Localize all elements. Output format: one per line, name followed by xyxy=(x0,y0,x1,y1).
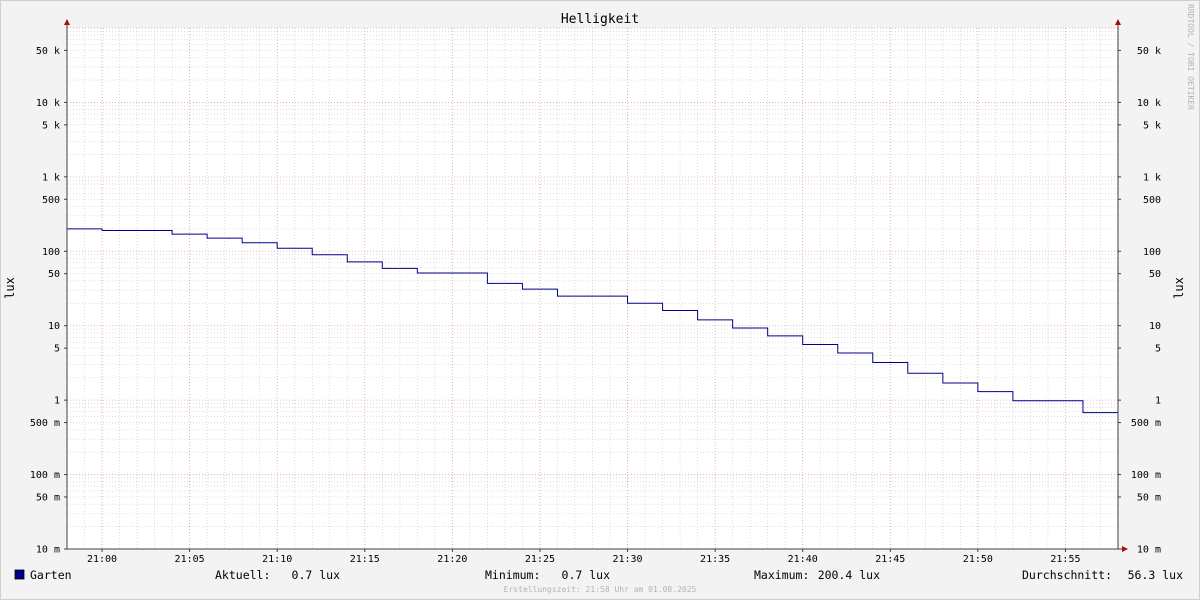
y-tick-label-left: 500 xyxy=(42,195,60,206)
y-tick-label-right: 50 m xyxy=(1137,492,1161,503)
legend-current-label: Aktuell: xyxy=(215,568,270,582)
y-tick-label-right: 1 k xyxy=(1143,172,1161,183)
legend-swatch xyxy=(14,569,25,580)
y-tick-label-left: 1 xyxy=(54,396,60,407)
x-tick-label: 21:50 xyxy=(963,554,993,565)
y-tick-label-right: 500 xyxy=(1143,195,1161,206)
rrd-graph: 50 k 10 k 5 k 1 k 500 100 50 10 5 1 500 m 100 m 50 m… xyxy=(0,0,1200,600)
y-tick-label-left: 50 xyxy=(48,269,60,280)
x-tick-label: 21:10 xyxy=(262,554,292,565)
y-tick-label-left: 500 m xyxy=(30,418,60,429)
x-tick-label: 21:00 xyxy=(87,554,117,565)
y-tick-label-left: 1 k xyxy=(42,172,60,183)
legend-maximum-value: 200.4 lux xyxy=(818,568,880,582)
legend-average-value: 56.3 lux xyxy=(1128,568,1183,582)
chart-title: Helligkeit xyxy=(561,12,639,27)
y-tick-label-left: 10 k xyxy=(36,98,60,109)
y-tick-label-right: 500 m xyxy=(1131,418,1161,429)
x-tick-label: 21:45 xyxy=(875,554,905,565)
y-tick-label-right: 100 m xyxy=(1131,470,1161,481)
y-tick-label-left: 50 k xyxy=(36,46,60,57)
y-tick-label-right: 10 k xyxy=(1137,98,1161,109)
y-axis-title-right: lux xyxy=(1172,277,1186,299)
legend-series-name: Garten xyxy=(30,568,72,582)
y-tick-label-left: 10 xyxy=(48,321,60,332)
legend-minimum-label: Minimum: xyxy=(485,568,540,582)
y-axis-title-left: lux xyxy=(3,277,17,299)
legend-average-label: Durchschnitt: xyxy=(1022,568,1112,582)
y-tick-label-right: 10 xyxy=(1149,321,1161,332)
y-tick-label-right: 5 k xyxy=(1143,120,1161,131)
rrdtool-watermark: RRDTOOL / TOBI OETIKER xyxy=(1186,4,1195,110)
y-tick-label-left: 5 xyxy=(54,344,60,355)
y-tick-label-left: 10 m xyxy=(36,545,60,556)
x-tick-label: 21:55 xyxy=(1050,554,1080,565)
y-tick-label-right: 1 xyxy=(1155,396,1161,407)
y-tick-label-right: 50 xyxy=(1149,269,1161,280)
y-tick-label-right: 10 m xyxy=(1137,545,1161,556)
x-tick-label: 21:25 xyxy=(525,554,555,565)
x-tick-label: 21:30 xyxy=(612,554,642,565)
x-tick-label: 21:40 xyxy=(788,554,818,565)
y-tick-label-left: 100 xyxy=(42,247,60,258)
x-tick-label: 21:15 xyxy=(350,554,380,565)
x-tick-label: 21:35 xyxy=(700,554,730,565)
y-tick-label-left: 50 m xyxy=(36,492,60,503)
legend-minimum-value: 0.7 lux xyxy=(562,568,611,582)
legend-maximum-label: Maximum: xyxy=(754,568,809,582)
x-tick-label: 21:20 xyxy=(437,554,467,565)
x-tick-label: 21:05 xyxy=(175,554,205,565)
y-tick-label-right: 100 xyxy=(1143,247,1161,258)
y-tick-label-right: 50 k xyxy=(1137,46,1161,57)
legend-current-value: 0.7 lux xyxy=(292,568,341,582)
y-tick-label-left: 100 m xyxy=(30,470,60,481)
creation-time-footer: Erstellungszeit: 21:58 Uhr am 01.08.2025 xyxy=(504,585,697,594)
y-tick-label-right: 5 xyxy=(1155,344,1161,355)
y-tick-label-left: 5 k xyxy=(42,120,60,131)
